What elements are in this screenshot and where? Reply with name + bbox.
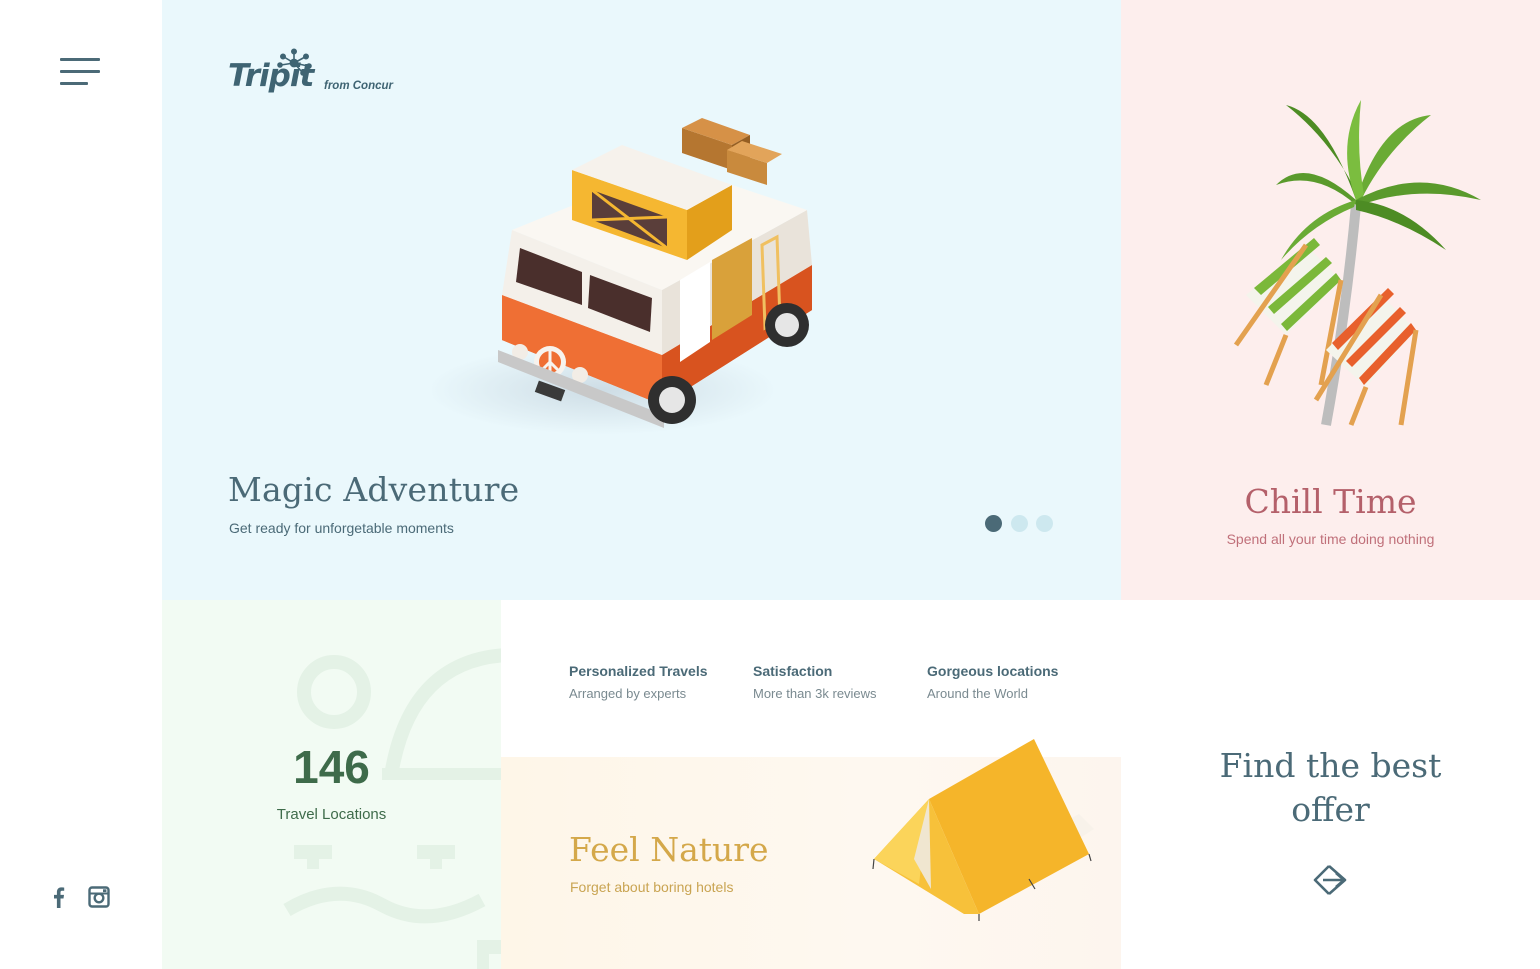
chill-subtitle: Spend all your time doing nothing (1226, 531, 1435, 547)
camper-van-illustration (432, 118, 812, 435)
feature-title-1: Personalized Travels (569, 663, 708, 679)
carousel-dot-1[interactable] (985, 515, 1002, 532)
hamburger-menu-icon[interactable] (60, 58, 100, 88)
offer-title-line1: Find the best (1219, 746, 1442, 785)
hero-slider: Tripit from Concur Magic Adventure Get r… (162, 0, 1121, 600)
carousel-dot-3[interactable] (1036, 515, 1053, 532)
hero-title: Magic Adventure (228, 470, 520, 509)
nature-subtitle: Forget about boring hotels (570, 879, 734, 895)
hero-subtitle: Get ready for unforgetable moments (229, 520, 454, 536)
facebook-icon[interactable] (50, 886, 66, 908)
instagram-icon[interactable] (88, 886, 110, 908)
chill-time-card[interactable]: Chill Time Spend all your time doing not… (1121, 0, 1540, 600)
offer-title: Find the best offer (1121, 744, 1540, 832)
locations-label: Travel Locations (276, 806, 387, 823)
tent-illustration (872, 739, 1094, 921)
logo-suffix: from Concur (324, 80, 393, 92)
offer-title-line2: offer (1291, 790, 1370, 829)
palm-beach-chairs-illustration (1233, 100, 1481, 426)
logo-wordmark: Tripit (228, 58, 314, 94)
feature-subtitle-2: More than 3k reviews (753, 686, 877, 701)
feature-title-3: Gorgeous locations (927, 663, 1059, 679)
feature-title-2: Satisfaction (753, 663, 833, 679)
arrow-right-icon[interactable] (1311, 864, 1349, 896)
tripit-logo[interactable]: Tripit from Concur (228, 48, 408, 100)
best-offer-card[interactable]: Find the best offer (1121, 600, 1540, 969)
sidebar (0, 0, 162, 969)
nature-title: Feel Nature (569, 830, 769, 869)
feature-subtitle-1: Arranged by experts (569, 686, 687, 701)
carousel-dot-2[interactable] (1011, 515, 1028, 532)
locations-count: 146 (293, 741, 370, 793)
chill-title: Chill Time (1244, 482, 1417, 521)
feature-subtitle-3: Around the World (927, 686, 1028, 701)
locations-stat-card: 146 Travel Locations (162, 600, 501, 969)
